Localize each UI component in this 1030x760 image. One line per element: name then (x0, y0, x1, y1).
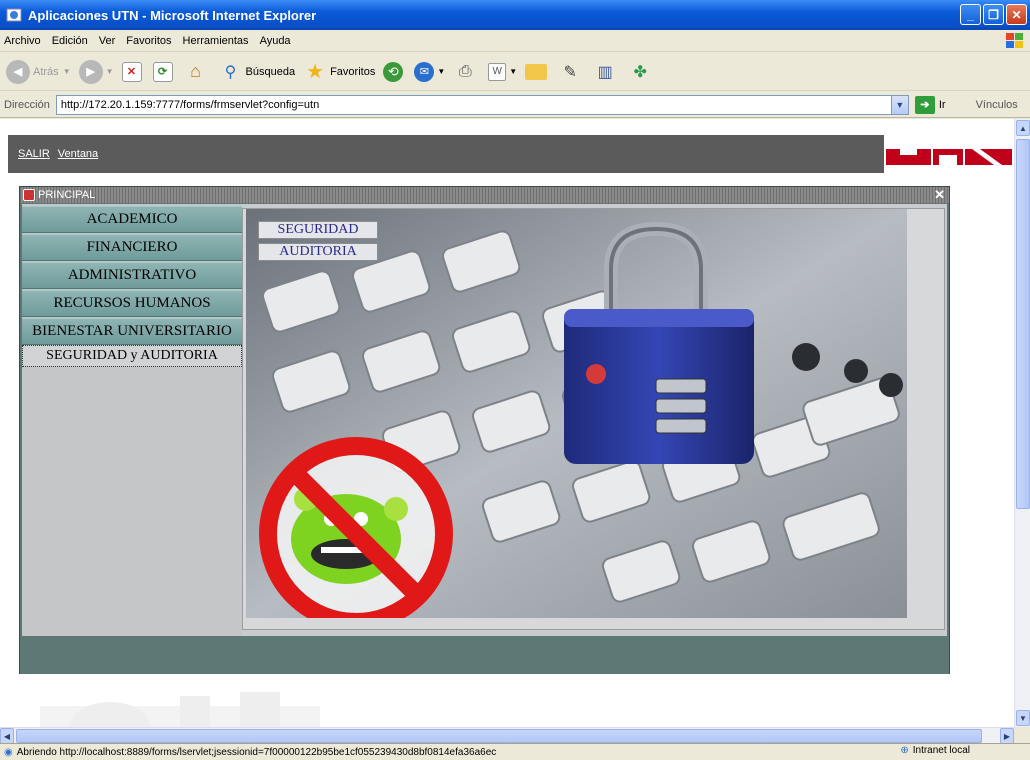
page-loading-icon: ◉ (4, 746, 13, 758)
book-icon: ▥ (597, 63, 613, 81)
menu-ver[interactable]: Ver (99, 35, 116, 47)
nav-financiero[interactable]: FINANCIERO (22, 234, 242, 261)
nav-seguridad-auditoria[interactable]: SEGURIDAD y AUDITORIA (22, 345, 242, 367)
vertical-scrollbar[interactable]: ▲ ▼ (1014, 119, 1030, 727)
favorites-label: Favoritos (330, 65, 376, 78)
menu-salir[interactable]: SALIR (18, 148, 50, 160)
oracle-watermark (40, 679, 320, 727)
menu-ventana[interactable]: Ventana (58, 148, 98, 160)
research-button[interactable]: ✎ (558, 60, 585, 84)
browser-menubar: Archivo Edición Ver Favoritos Herramient… (0, 30, 1030, 52)
chevron-down-icon[interactable]: ▼ (890, 95, 908, 114)
links-label[interactable]: Vínculos (976, 99, 1018, 111)
vertical-scroll-thumb[interactable] (1016, 139, 1030, 509)
go-label: Ir (938, 98, 946, 111)
forms-menubar: SALIR Ventana (8, 135, 1014, 173)
content-stage: SEGURIDAD AUDITORIA (242, 208, 945, 630)
address-input[interactable]: http://172.20.1.159:7777/forms/frmservle… (55, 94, 909, 115)
module-menu: ACADEMICO FINANCIERO ADMINISTRATIVO RECU… (22, 204, 242, 636)
principal-body: ACADEMICO FINANCIERO ADMINISTRATIVO RECU… (22, 204, 947, 636)
menu-archivo[interactable]: Archivo (4, 35, 41, 47)
scroll-up-icon[interactable]: ▲ (1016, 120, 1030, 136)
history-icon: ⟲ (383, 61, 404, 82)
star-icon: ★ (306, 61, 325, 83)
menu-herramientas[interactable]: Herramientas (183, 35, 249, 47)
horizontal-scrollbar[interactable]: ◀ ▶ (0, 727, 1014, 744)
printer-icon: ⎙ (458, 62, 472, 80)
nav-bienestar-universitario[interactable]: BIENESTAR UNIVERSITARIO (22, 318, 242, 345)
search-button[interactable]: ⚲ Búsqueda (219, 60, 296, 84)
home-icon: ⌂ (190, 61, 201, 81)
auditoria-button[interactable]: AUDITORIA (258, 243, 378, 261)
home-button[interactable]: ⌂ (184, 60, 211, 84)
minimize-button[interactable]: _ (960, 4, 981, 25)
security-zone: ⊕ Intranet local (900, 745, 970, 756)
address-url: http://172.20.1.159:7777/forms/frmservle… (60, 98, 320, 111)
nav-administrativo[interactable]: ADMINISTRATIVO (22, 262, 242, 289)
window-title: Aplicaciones UTN - Microsoft Internet Ex… (28, 7, 317, 23)
page-content: SALIR Ventana PRINCIPAL ✕ ACADEMICO FINA… (0, 119, 1014, 727)
edit-document-icon: W (488, 62, 507, 81)
chevron-down-icon: ▼ (509, 67, 518, 76)
close-icon[interactable]: ✕ (934, 187, 945, 203)
close-button[interactable]: ✕ (1006, 4, 1027, 25)
stop-button[interactable]: ✕ (121, 61, 145, 82)
zone-label: Intranet local (912, 745, 970, 756)
status-bar: ◉ Abriendo http://localhost:8889/forms/l… (0, 743, 1030, 760)
research-icon: ✎ (563, 63, 577, 81)
mail-button[interactable]: ✉ ▼ (414, 61, 446, 82)
nav-recursos-humanos[interactable]: RECURSOS HUMANOS (22, 290, 242, 317)
back-label: Atrás (33, 65, 59, 78)
folder-button[interactable] (525, 63, 550, 80)
history-button[interactable]: ⟲ (383, 61, 406, 82)
nav-academico[interactable]: ACADEMICO (22, 206, 242, 233)
intranet-icon: ⊕ (900, 745, 909, 756)
messenger-button[interactable]: ✤ (628, 60, 655, 84)
ie-icon (6, 7, 22, 23)
principal-title: PRINCIPAL (38, 189, 96, 201)
horizontal-scroll-thumb[interactable] (16, 729, 982, 743)
menu-favoritos[interactable]: Favoritos (126, 35, 171, 47)
scroll-left-icon[interactable]: ◀ (0, 728, 14, 744)
stop-icon: ✕ (121, 61, 142, 82)
menu-ayuda[interactable]: Ayuda (260, 35, 291, 47)
edit-button[interactable]: W ▼ (488, 62, 518, 81)
search-icon: ⚲ (224, 63, 237, 81)
principal-window: PRINCIPAL ✕ ACADEMICO FINANCIERO ADMINIS… (19, 186, 950, 674)
book-button[interactable]: ▥ (593, 60, 620, 84)
print-button[interactable]: ⎙ (453, 60, 480, 84)
refresh-icon: ⟳ (152, 61, 173, 82)
forward-arrow-icon: ▶ (78, 59, 103, 84)
windows-logo-icon (1004, 31, 1026, 51)
scroll-down-icon[interactable]: ▼ (1016, 710, 1030, 726)
window-titlebar: Aplicaciones UTN - Microsoft Internet Ex… (0, 0, 1030, 30)
browser-toolbar: ◀ Atrás ▼ ▶ ▼ ✕ ⟳ ⌂ ⚲ Búsqueda ★ Favorit… (0, 53, 1030, 91)
forward-button[interactable]: ▶ ▼ (78, 59, 114, 84)
favorites-button[interactable]: ★ Favoritos (303, 60, 375, 84)
principal-titlebar: PRINCIPAL ✕ (20, 187, 949, 203)
window-icon (23, 189, 35, 201)
go-button[interactable]: ➔ Ir (914, 95, 946, 114)
address-label: Dirección (4, 98, 50, 111)
chevron-down-icon: ▼ (105, 67, 114, 76)
chevron-down-icon: ▼ (62, 67, 71, 76)
status-text: Abriendo http://localhost:8889/forms/lse… (16, 746, 497, 758)
back-arrow-icon: ◀ (6, 59, 30, 84)
mail-icon: ✉ (414, 61, 435, 82)
security-illustration (246, 209, 907, 618)
search-label: Búsqueda (245, 65, 296, 78)
utn-logo (884, 135, 1014, 173)
menu-edicion[interactable]: Edición (52, 35, 88, 47)
messenger-icon: ✤ (633, 63, 647, 81)
folder-icon (525, 63, 548, 80)
principal-footer (20, 637, 949, 674)
go-arrow-icon: ➔ (914, 95, 935, 114)
refresh-button[interactable]: ⟳ (152, 61, 176, 82)
back-button[interactable]: ◀ Atrás ▼ (6, 59, 71, 84)
scroll-right-icon[interactable]: ▶ (1000, 728, 1014, 744)
seguridad-button[interactable]: SEGURIDAD (258, 221, 378, 239)
maximize-button[interactable]: ❐ (983, 4, 1004, 25)
chevron-down-icon: ▼ (437, 67, 446, 76)
address-bar: Dirección http://172.20.1.159:7777/forms… (0, 92, 1030, 118)
